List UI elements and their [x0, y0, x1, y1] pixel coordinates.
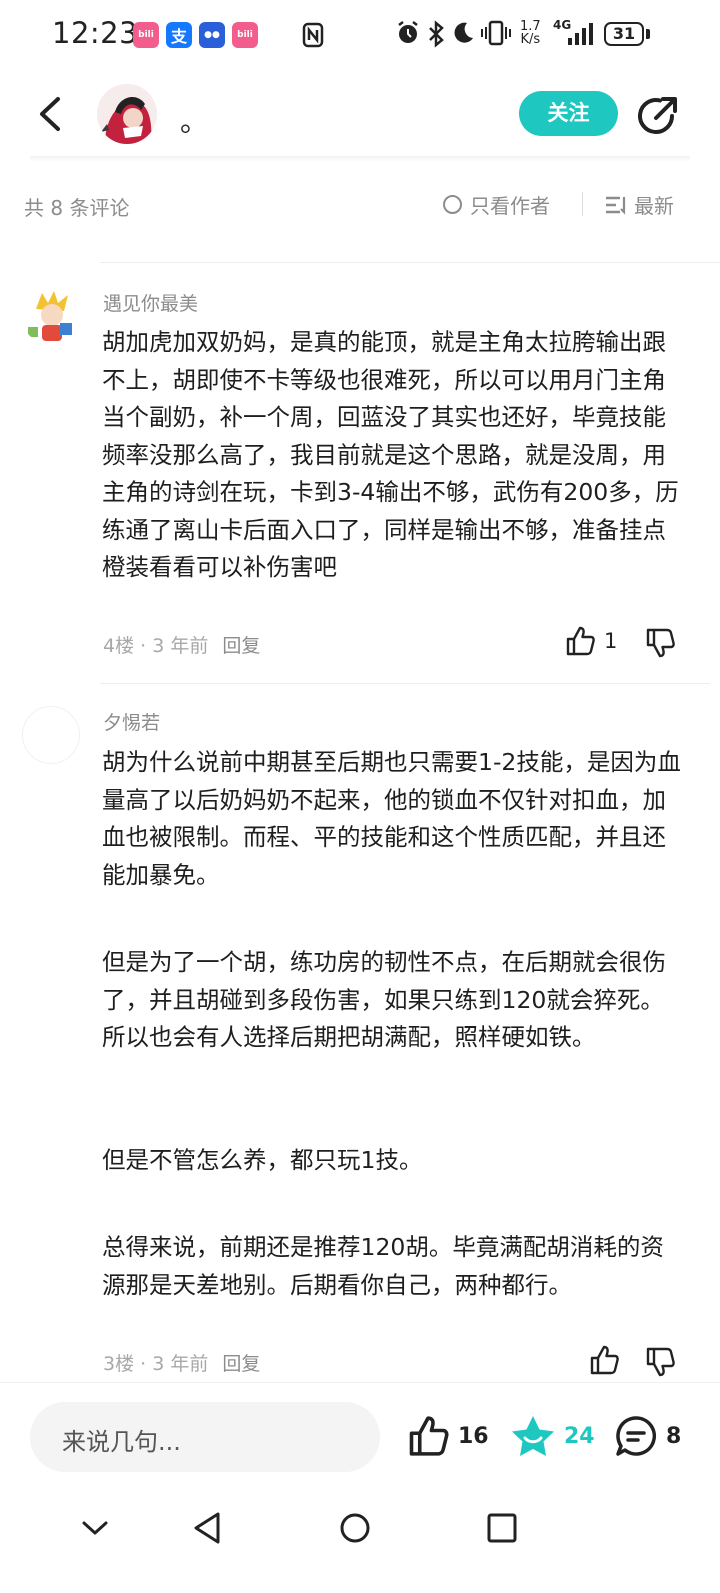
comment-paragraph: 总得来说，前期还是推荐120胡。毕竟满配胡消耗的资源那是天差地别。后期看你自己，… — [102, 1233, 664, 1299]
thumbs-down-icon — [646, 628, 675, 658]
comment-count: 共 8 条评论 — [24, 196, 130, 220]
moon-icon — [451, 20, 475, 50]
comment-meta: 4楼 · 3 年前 回复 — [103, 635, 261, 657]
comment-like-button[interactable]: 1 — [564, 625, 617, 657]
comment-paragraph: 但是为了一个胡，练功房的韧性不点，在后期就会很伤了，并且胡碰到多段伤害，如果只练… — [102, 948, 666, 1051]
thumbs-down-icon — [646, 1347, 675, 1377]
favorite-button[interactable]: 24 — [510, 1414, 595, 1458]
nav-recents-button[interactable] — [485, 1510, 519, 1550]
comment-total: 8 — [666, 1423, 682, 1449]
like-count: 16 — [458, 1423, 489, 1449]
thumbs-up-icon — [590, 1345, 619, 1375]
triangle-back-icon — [194, 1512, 220, 1544]
battery-tip — [646, 29, 650, 39]
radio-icon — [443, 195, 462, 214]
alarm-icon — [396, 20, 420, 50]
status-bar: 12:23 bili 支 ●● bili 1.7 K/s 4G 31 — [0, 0, 720, 70]
status-time: 12:23 — [52, 16, 139, 50]
divider — [582, 192, 583, 216]
floor-number: 3楼 — [103, 1353, 135, 1375]
header-divider — [30, 156, 690, 162]
bilibili-icon: bili — [232, 22, 258, 48]
comments-button[interactable]: 8 — [614, 1414, 681, 1458]
comment-bubble-icon — [616, 1416, 657, 1456]
commenter-avatar[interactable] — [22, 287, 80, 345]
share-button[interactable] — [636, 94, 680, 142]
nav-home-button[interactable] — [337, 1510, 373, 1550]
nav-collapse-button[interactable] — [80, 1510, 110, 1550]
reply-button[interactable]: 回复 — [222, 635, 260, 657]
author-avatar[interactable] — [97, 84, 157, 144]
comment-text: 但是为了一个胡，练功房的韧性不点，在后期就会很伤了，并且胡碰到多段伤害，如果只练… — [102, 944, 682, 1057]
bluetooth-icon — [427, 20, 445, 52]
comment-time: 3 年前 — [152, 1353, 209, 1375]
nfc-icon — [302, 22, 324, 52]
battery-icon: 31 — [604, 22, 644, 46]
chevron-down-icon — [82, 1521, 108, 1535]
thumbs-up-icon — [409, 1416, 449, 1456]
back-button[interactable] — [36, 96, 64, 136]
thumbs-up-icon — [566, 626, 595, 656]
share-icon — [638, 97, 677, 134]
divider — [100, 262, 720, 263]
comment-paragraph: 胡为什么说前中期甚至后期也只需要1-2技能，是因为血量高了以后奶妈奶不起来，他的… — [102, 748, 681, 889]
alipay-icon: 支 — [166, 22, 192, 48]
sort-label: 最新 — [634, 194, 674, 218]
comment-paragraph: 胡加虎加双奶妈，是真的能顶，就是主角太拉胯输出跟不上，胡即使不卡等级也很难死，所… — [102, 328, 679, 581]
comment-like-button[interactable] — [588, 1344, 620, 1380]
comment-text: 但是不管怎么养，都只玩1技。 — [102, 1142, 682, 1180]
comment-meta: 3楼 · 3 年前 回复 — [103, 1353, 261, 1375]
comment-text: 胡为什么说前中期甚至后期也只需要1-2技能，是因为血量高了以后奶妈奶不起来，他的… — [102, 744, 682, 894]
square-recents-icon — [487, 1513, 517, 1543]
chevron-left-icon — [40, 97, 60, 131]
commenter-avatar[interactable] — [22, 706, 80, 764]
comment-input-placeholder[interactable]: 来说几句... — [62, 1422, 181, 1457]
nav-back-button[interactable] — [190, 1510, 224, 1550]
net-speed: 1.7 K/s — [520, 19, 541, 47]
reply-button[interactable]: 回复 — [222, 1353, 260, 1375]
circle-home-icon — [340, 1513, 370, 1543]
comment-dislike-button[interactable] — [644, 627, 676, 663]
floor-number: 4楼 — [103, 635, 135, 657]
only-author-label: 只看作者 — [470, 194, 550, 218]
comment-time: 3 年前 — [152, 635, 209, 657]
favorite-count: 24 — [564, 1423, 595, 1449]
sort-icon — [606, 196, 626, 215]
comment-text: 胡加虎加双奶妈，是真的能顶，就是主角太拉胯输出跟不上，胡即使不卡等级也很难死，所… — [102, 324, 682, 587]
post-like-button[interactable]: 16 — [406, 1414, 489, 1458]
bilibili-icon: bili — [133, 22, 159, 48]
comment-username[interactable]: 遇见你最美 — [103, 289, 198, 316]
app-icon: ●● — [199, 22, 225, 48]
like-count: 1 — [604, 629, 618, 653]
signal-icon — [566, 22, 598, 50]
star-icon — [512, 1416, 554, 1456]
comment-dislike-button[interactable] — [644, 1346, 676, 1382]
vibrate-icon — [481, 20, 511, 50]
comment-paragraph: 但是不管怎么养，都只玩1技。 — [102, 1146, 423, 1174]
follow-button[interactable]: 关注 — [519, 91, 618, 136]
only-author-toggle[interactable]: 只看作者 — [443, 190, 550, 219]
sort-button[interactable]: 最新 — [604, 190, 674, 219]
author-name[interactable]: 。 — [180, 100, 208, 140]
comment-text: 总得来说，前期还是推荐120胡。毕竟满配胡消耗的资源那是天差地别。后期看你自己，… — [102, 1229, 682, 1304]
divider — [100, 683, 710, 684]
comment-username[interactable]: 夕惕若 — [103, 708, 160, 735]
